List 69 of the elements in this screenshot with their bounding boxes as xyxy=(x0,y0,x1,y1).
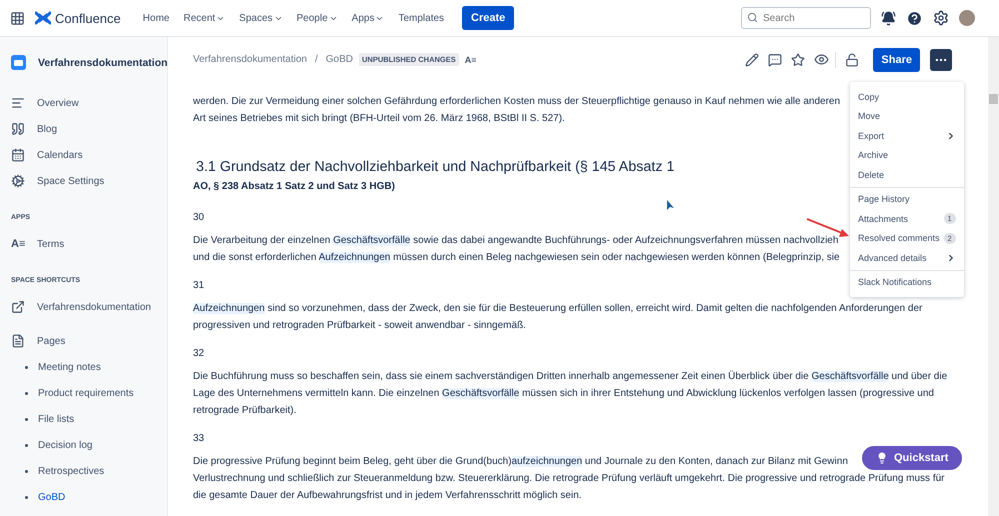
notifications-icon[interactable] xyxy=(881,10,896,26)
menu-item[interactable]: Move xyxy=(850,106,964,126)
page-tree-item[interactable]: File lists xyxy=(11,406,168,432)
space-icon xyxy=(11,55,26,70)
page-tree-item[interactable]: Decision log xyxy=(11,432,168,458)
sidebar-item[interactable]: Pages xyxy=(11,328,168,354)
sidebar-item[interactable]: Blog xyxy=(11,116,168,142)
lightbulb-icon xyxy=(876,452,888,464)
avatar[interactable] xyxy=(959,10,975,26)
breadcrumb-separator: / xyxy=(314,54,318,65)
star-icon[interactable] xyxy=(791,52,806,66)
settings-icon[interactable] xyxy=(933,10,949,26)
sidebar-item[interactable]: Calendars xyxy=(11,142,168,168)
page-tree-item[interactable]: Retrospectives xyxy=(11,458,168,484)
sidebar-item[interactable]: Overview xyxy=(11,90,168,116)
nav-item[interactable]: Recent xyxy=(181,8,228,28)
sidebar-item-icon xyxy=(11,122,25,136)
page-tree-item[interactable]: Product requirements xyxy=(11,380,168,406)
quickstart-button[interactable]: Quickstart xyxy=(862,446,962,470)
space-name[interactable]: Verfahrensdokumentation xyxy=(38,56,168,68)
nav-item[interactable]: People xyxy=(294,8,340,28)
section-subheading: AO, § 238 Absatz 1 Satz 2 und Satz 3 HGB) xyxy=(193,181,395,192)
body-paragraph: Die Verarbeitung der einzelnen Geschäftsvorfälle sowie das dabei angewandte Buchführungs- oder Aufzeichnungsverfahren müssen nachvollzieh und die sonst erforderlichen Aufzeichnungen müssen durch einen Beleg nachgewiesen sein oder nachgewiesen werden können (Belegprinzip, sie xyxy=(193,234,840,265)
sidebar-item[interactable]: A≡ Terms xyxy=(11,231,168,257)
body-paragraph: Aufzeichnungen sind so vorzunehmen, dass der Zweck, den sie für die Besteuerung erfüllen sollen, erreicht wird. Damit gelten die nachfolgenden Anforderungen der progressiven und retrograden Prüfbarkeit - soweit anwendbar - sinngemäß. xyxy=(193,302,922,333)
paragraph-number: 33 xyxy=(193,433,204,444)
shortcut-link[interactable]: Verfahrensdokumentation xyxy=(11,294,168,320)
nav-item[interactable]: Home xyxy=(140,8,172,28)
comment-icon[interactable] xyxy=(768,52,782,66)
page-tree-item[interactable]: Meeting notes xyxy=(11,354,168,380)
external-link-icon xyxy=(11,300,25,314)
page-tree-item[interactable]: GoBD xyxy=(11,484,168,510)
logo-icon xyxy=(35,11,51,25)
share-button[interactable]: Share xyxy=(873,48,920,72)
eye-icon[interactable] xyxy=(814,52,830,67)
search-icon xyxy=(747,12,758,23)
unlock-icon[interactable] xyxy=(845,52,860,66)
menu-item[interactable]: Copy xyxy=(850,87,964,106)
search-field[interactable]: Search xyxy=(741,7,871,29)
apps-menu-icon[interactable] xyxy=(10,10,25,26)
help-icon[interactable] xyxy=(906,10,923,26)
body-paragraph: werden. Die zur Vermeidung einer solchen Gefährdung erforderlichen Kosten muss der Steuerpflichtige genauso in Kauf nehmen wie alle anderen Art seines Betriebes mit sich bringt (BFH-Urteil vom 26. März 1968, BStBl II S. 527). xyxy=(193,95,840,126)
breadcrumb-link[interactable]: Verfahrensdokumentation xyxy=(193,54,307,65)
cursor-icon xyxy=(667,200,675,211)
edit-icon[interactable] xyxy=(745,52,760,66)
menu-item[interactable]: Advanced details xyxy=(850,248,964,268)
section-heading: 3.1 Grundsatz der Nachvollziehbarkeit und Nachprüfbarkeit (§ 145 Absatz 1 xyxy=(196,159,674,175)
create-button[interactable]: Create xyxy=(462,6,514,30)
sidebar-item-icon xyxy=(11,148,25,162)
more-actions-button[interactable] xyxy=(930,48,952,70)
glossary-icon[interactable]: A≡ xyxy=(464,54,477,64)
menu-item[interactable]: Export xyxy=(850,126,964,146)
menu-item[interactable]: Page History xyxy=(850,190,964,209)
menu-item[interactable]: Slack Notifications xyxy=(850,272,964,292)
sidebar-item-icon xyxy=(11,174,25,188)
breadcrumb-link[interactable]: GoBD xyxy=(326,54,353,65)
document-icon xyxy=(11,334,25,348)
paragraph-number: 31 xyxy=(193,280,204,291)
product-name: Confluence xyxy=(55,10,121,26)
nav-item[interactable]: Templates xyxy=(396,8,446,28)
menu-item[interactable]: Archive xyxy=(850,146,964,165)
paragraph-number: 32 xyxy=(193,348,204,359)
nav-item[interactable]: Spaces xyxy=(237,8,285,28)
nav-item[interactable]: Apps xyxy=(350,8,386,28)
menu-item[interactable]: Delete xyxy=(850,165,964,184)
body-paragraph: Die Buchführung muss so beschaffen sein, dass sie einem sachverständigen Dritten innerhalb angemessener Zeit einen Überblick über die Geschäftsvorfälle und über die Lage des Unternehmens vermitteln kann. Die einzelnen Geschäftsvorfälle müssen sich in ihrer Entstehung und Abwicklung lückenlos verfolgen lassen (progressive und retrograde Prüfbarkeit). xyxy=(193,370,948,418)
sidebar-item-icon xyxy=(11,96,25,110)
paragraph-number: 30 xyxy=(193,212,204,223)
sidebar-item[interactable]: Space Settings xyxy=(11,168,168,194)
